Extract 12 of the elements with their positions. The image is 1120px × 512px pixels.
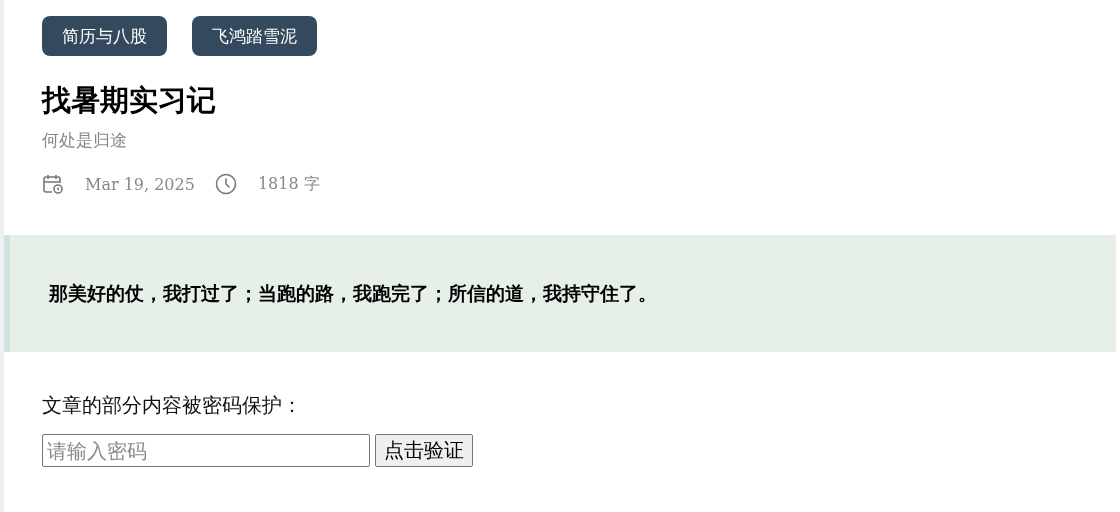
tag-link[interactable]: 简历与八股 bbox=[42, 16, 167, 56]
protected-notice: 文章的部分内容被密码保护： bbox=[42, 392, 303, 419]
password-field[interactable]: 请输入密码 bbox=[42, 434, 370, 467]
verify-button[interactable]: 点击验证 bbox=[375, 434, 473, 467]
post-date: Mar 19, 2025 bbox=[85, 174, 195, 194]
post-subtitle: 何处是归途 bbox=[42, 129, 128, 152]
post-title: 找暑期实习记 bbox=[42, 82, 217, 118]
tag-link[interactable]: 飞鸿踏雪泥 bbox=[192, 16, 317, 56]
calendar-icon bbox=[42, 173, 64, 195]
clock-icon bbox=[214, 173, 237, 195]
quote-text: 那美好的仗，我打过了；当跑的路，我跑完了；所信的道，我持守住了。 bbox=[49, 280, 657, 306]
word-count: 1818 字 bbox=[257, 173, 320, 195]
